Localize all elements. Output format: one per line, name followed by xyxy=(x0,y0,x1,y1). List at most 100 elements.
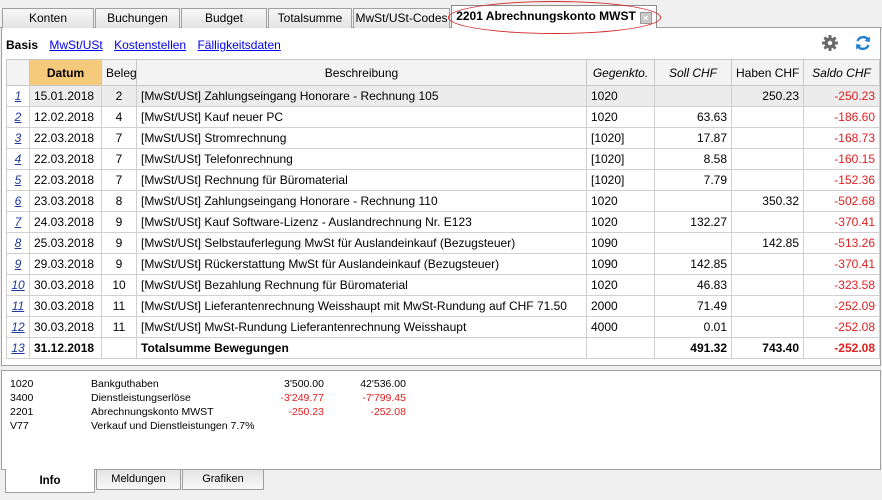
cell-haben[interactable] xyxy=(731,106,804,128)
tab-mwst-codes[interactable]: MwSt/USt-Codes xyxy=(353,8,450,28)
row-number[interactable]: 7 xyxy=(6,211,30,233)
cell-soll[interactable]: 8.58 xyxy=(654,148,732,170)
cell-gegenkto[interactable]: 4000 xyxy=(586,316,655,338)
view-faelligkeitsdaten[interactable]: Fälligkeitsdaten xyxy=(197,38,280,52)
cell-haben[interactable] xyxy=(731,316,804,338)
cell-haben[interactable] xyxy=(731,148,804,170)
cell-saldo[interactable]: -323.58 xyxy=(803,274,880,296)
cell-gegenkto[interactable]: 1020 xyxy=(586,211,655,233)
cell-datum[interactable]: 25.03.2018 xyxy=(29,232,102,254)
cell-saldo[interactable]: -370.41 xyxy=(803,211,880,233)
tab-meldungen[interactable]: Meldungen xyxy=(96,470,181,490)
cell-soll[interactable]: 142.85 xyxy=(654,253,732,275)
column-header-gegenkto[interactable]: Gegenkto. xyxy=(586,59,655,86)
cell-beschreibung[interactable]: [MwSt/USt] Zahlungseingang Honorare - Re… xyxy=(136,85,587,107)
cell-soll[interactable]: 7.79 xyxy=(654,169,732,191)
cell-datum[interactable]: 31.12.2018 xyxy=(29,337,102,359)
table-row[interactable]: 8 25.03.2018 9 [MwSt/USt] Selbstauferlegung… xyxy=(6,232,880,254)
cell-beschreibung[interactable]: [MwSt/USt] Zahlungseingang Honorare - Re… xyxy=(136,190,587,212)
cell-beleg[interactable]: 7 xyxy=(101,169,137,191)
cell-saldo[interactable]: -152.36 xyxy=(803,169,880,191)
cell-datum[interactable]: 30.03.2018 xyxy=(29,316,102,338)
cell-saldo[interactable]: -502.68 xyxy=(803,190,880,212)
cell-saldo[interactable]: -252.08 xyxy=(803,316,880,338)
cell-saldo[interactable]: -160.15 xyxy=(803,148,880,170)
cell-haben[interactable]: 142.85 xyxy=(731,232,804,254)
cell-soll[interactable]: 17.87 xyxy=(654,127,732,149)
tab-konten[interactable]: Konten xyxy=(2,8,94,28)
cell-saldo[interactable]: -250.23 xyxy=(803,85,880,107)
row-number[interactable]: 8 xyxy=(6,232,30,254)
cell-beleg[interactable]: 9 xyxy=(101,211,137,233)
cell-beleg[interactable]: 2 xyxy=(101,85,137,107)
cell-beschreibung[interactable]: [MwSt/USt] Telefonrechnung xyxy=(136,148,587,170)
view-mwst[interactable]: MwSt/USt xyxy=(49,38,102,52)
cell-gegenkto[interactable]: [1020] xyxy=(586,148,655,170)
tab-totalsumme[interactable]: Totalsumme xyxy=(268,8,352,28)
cell-beschreibung[interactable]: Totalsumme Bewegungen xyxy=(136,337,587,359)
row-number[interactable]: 4 xyxy=(6,148,30,170)
table-row[interactable]: 10 30.03.2018 10 [MwSt/USt] Bezahlung Rechn… xyxy=(6,274,880,296)
tab-buchungen[interactable]: Buchungen xyxy=(95,8,180,28)
cell-beleg[interactable]: 11 xyxy=(101,295,137,317)
cell-haben[interactable] xyxy=(731,169,804,191)
cell-saldo[interactable]: -252.09 xyxy=(803,295,880,317)
cell-beschreibung[interactable]: [MwSt/USt] MwSt-Rundung Lieferantenrechn… xyxy=(136,316,587,338)
cell-beschreibung[interactable]: [MwSt/USt] Rechnung für Büromaterial xyxy=(136,169,587,191)
cell-saldo[interactable]: -513.26 xyxy=(803,232,880,254)
cell-haben[interactable]: 250.23 xyxy=(731,85,804,107)
row-number[interactable]: 2 xyxy=(6,106,30,128)
tab-abrechnungskonto-mwst[interactable]: 2201 Abrechnungskonto MWST × xyxy=(451,5,657,28)
cell-haben[interactable]: 350.32 xyxy=(731,190,804,212)
cell-soll[interactable]: 491.32 xyxy=(654,337,732,359)
cell-soll[interactable]: 63.63 xyxy=(654,106,732,128)
cell-gegenkto[interactable] xyxy=(586,337,655,359)
column-header-saldo[interactable]: Saldo CHF xyxy=(803,59,880,86)
row-number[interactable]: 12 xyxy=(6,316,30,338)
cell-haben[interactable] xyxy=(731,295,804,317)
cell-gegenkto[interactable]: 1090 xyxy=(586,232,655,254)
cell-gegenkto[interactable]: [1020] xyxy=(586,127,655,149)
table-total-row[interactable]: 13 31.12.2018 Totalsumme Bewegungen 491.32 7… xyxy=(6,337,880,359)
cell-soll[interactable] xyxy=(654,232,732,254)
tab-budget[interactable]: Budget xyxy=(181,8,267,28)
cell-haben[interactable]: 743.40 xyxy=(731,337,804,359)
cell-beschreibung[interactable]: [MwSt/USt] Stromrechnung xyxy=(136,127,587,149)
cell-datum[interactable]: 29.03.2018 xyxy=(29,253,102,275)
cell-beleg[interactable]: 10 xyxy=(101,274,137,296)
row-number[interactable]: 10 xyxy=(6,274,30,296)
row-number[interactable]: 3 xyxy=(6,127,30,149)
table-row[interactable]: 4 22.03.2018 7 [MwSt/USt] Telefonrechnung [1… xyxy=(6,148,880,170)
table-row[interactable]: 3 22.03.2018 7 [MwSt/USt] Stromrechnung [102… xyxy=(6,127,880,149)
cell-saldo[interactable]: -370.41 xyxy=(803,253,880,275)
cell-gegenkto[interactable]: 1020 xyxy=(586,85,655,107)
cell-beleg[interactable]: 8 xyxy=(101,190,137,212)
cell-haben[interactable] xyxy=(731,274,804,296)
cell-saldo[interactable]: -168.73 xyxy=(803,127,880,149)
cell-gegenkto[interactable]: 1020 xyxy=(586,190,655,212)
cell-haben[interactable] xyxy=(731,253,804,275)
view-basis[interactable]: Basis xyxy=(6,38,38,52)
cell-beleg[interactable]: 7 xyxy=(101,148,137,170)
cell-gegenkto[interactable]: 2000 xyxy=(586,295,655,317)
row-number[interactable]: 5 xyxy=(6,169,30,191)
column-header-soll[interactable]: Soll CHF xyxy=(654,59,732,86)
column-header-beschreibung[interactable]: Beschreibung xyxy=(136,59,587,86)
cell-beleg[interactable] xyxy=(101,337,137,359)
cell-soll[interactable]: 71.49 xyxy=(654,295,732,317)
gear-icon[interactable] xyxy=(821,34,839,52)
cell-beschreibung[interactable]: [MwSt/USt] Bezahlung Rechnung für Büroma… xyxy=(136,274,587,296)
cell-beleg[interactable]: 7 xyxy=(101,127,137,149)
cell-datum[interactable]: 15.01.2018 xyxy=(29,85,102,107)
cell-gegenkto[interactable]: 1020 xyxy=(586,106,655,128)
cell-gegenkto[interactable]: [1020] xyxy=(586,169,655,191)
table-row[interactable]: 9 29.03.2018 9 [MwSt/USt] Rückerstattung Mw… xyxy=(6,253,880,275)
cell-beleg[interactable]: 9 xyxy=(101,232,137,254)
row-number[interactable]: 9 xyxy=(6,253,30,275)
cell-datum[interactable]: 24.03.2018 xyxy=(29,211,102,233)
row-number[interactable]: 6 xyxy=(6,190,30,212)
cell-beschreibung[interactable]: [MwSt/USt] Rückerstattung MwSt für Ausla… xyxy=(136,253,587,275)
table-row[interactable]: 5 22.03.2018 7 [MwSt/USt] Rechnung für Büro… xyxy=(6,169,880,191)
tab-info[interactable]: Info xyxy=(5,469,95,493)
table-row[interactable]: 11 30.03.2018 11 [MwSt/USt] Lieferantenrech… xyxy=(6,295,880,317)
